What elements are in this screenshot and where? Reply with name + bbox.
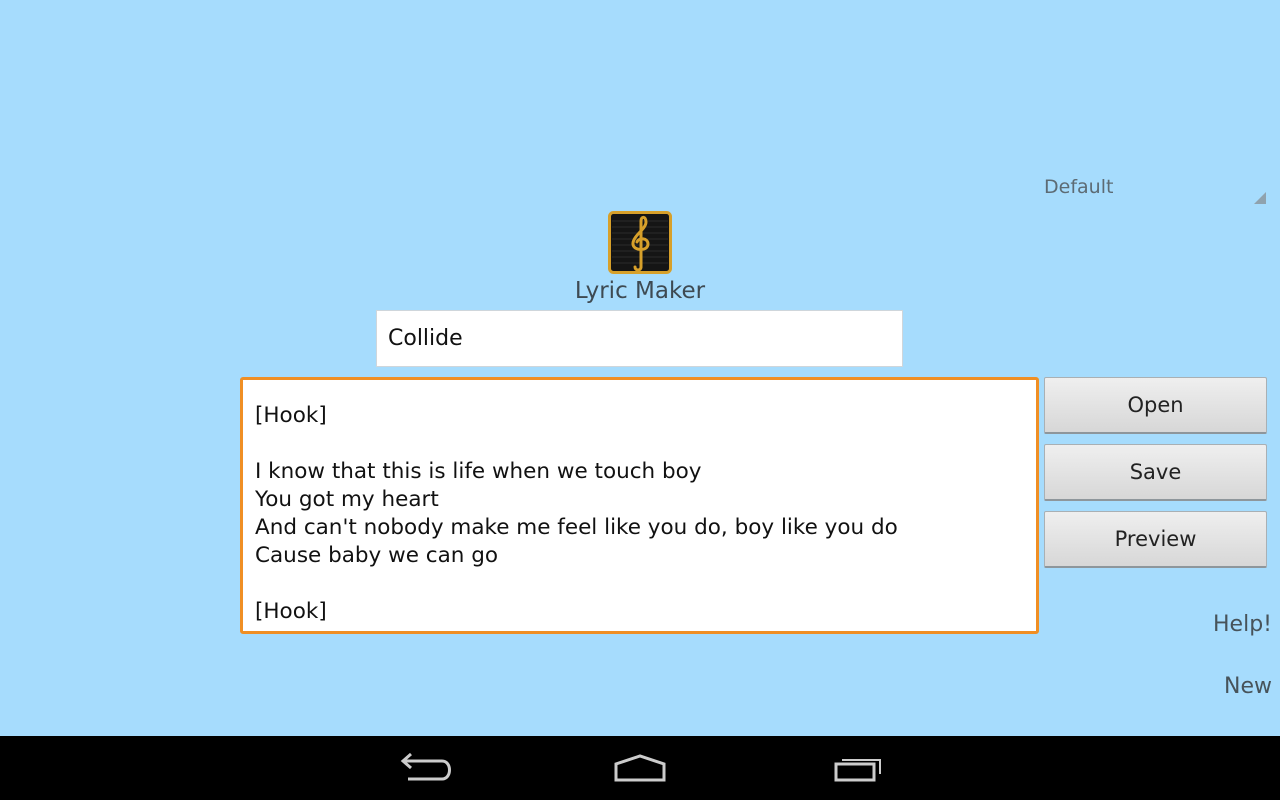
song-title-input[interactable] [376, 310, 903, 367]
new-link[interactable]: New [1224, 674, 1272, 699]
lyrics-textarea[interactable]: [Hook] I know that this is life when we … [240, 377, 1039, 634]
spinner-arrow-icon [1254, 192, 1266, 204]
home-icon[interactable] [600, 750, 680, 788]
treble-clef-icon [608, 211, 672, 274]
style-spinner[interactable]: Default [1040, 170, 1268, 208]
recent-apps-icon[interactable] [818, 750, 898, 788]
system-navigation-bar [0, 736, 1280, 800]
app-title: Lyric Maker [574, 278, 706, 304]
back-icon[interactable] [384, 750, 464, 788]
help-link[interactable]: Help! [1213, 612, 1272, 637]
preview-button[interactable]: Preview [1044, 511, 1267, 568]
open-button[interactable]: Open [1044, 377, 1267, 434]
save-button[interactable]: Save [1044, 444, 1267, 501]
app-screen: Default Lyric Maker [Hook] I know that [0, 0, 1280, 736]
spinner-selected-value: Default [1044, 176, 1114, 198]
